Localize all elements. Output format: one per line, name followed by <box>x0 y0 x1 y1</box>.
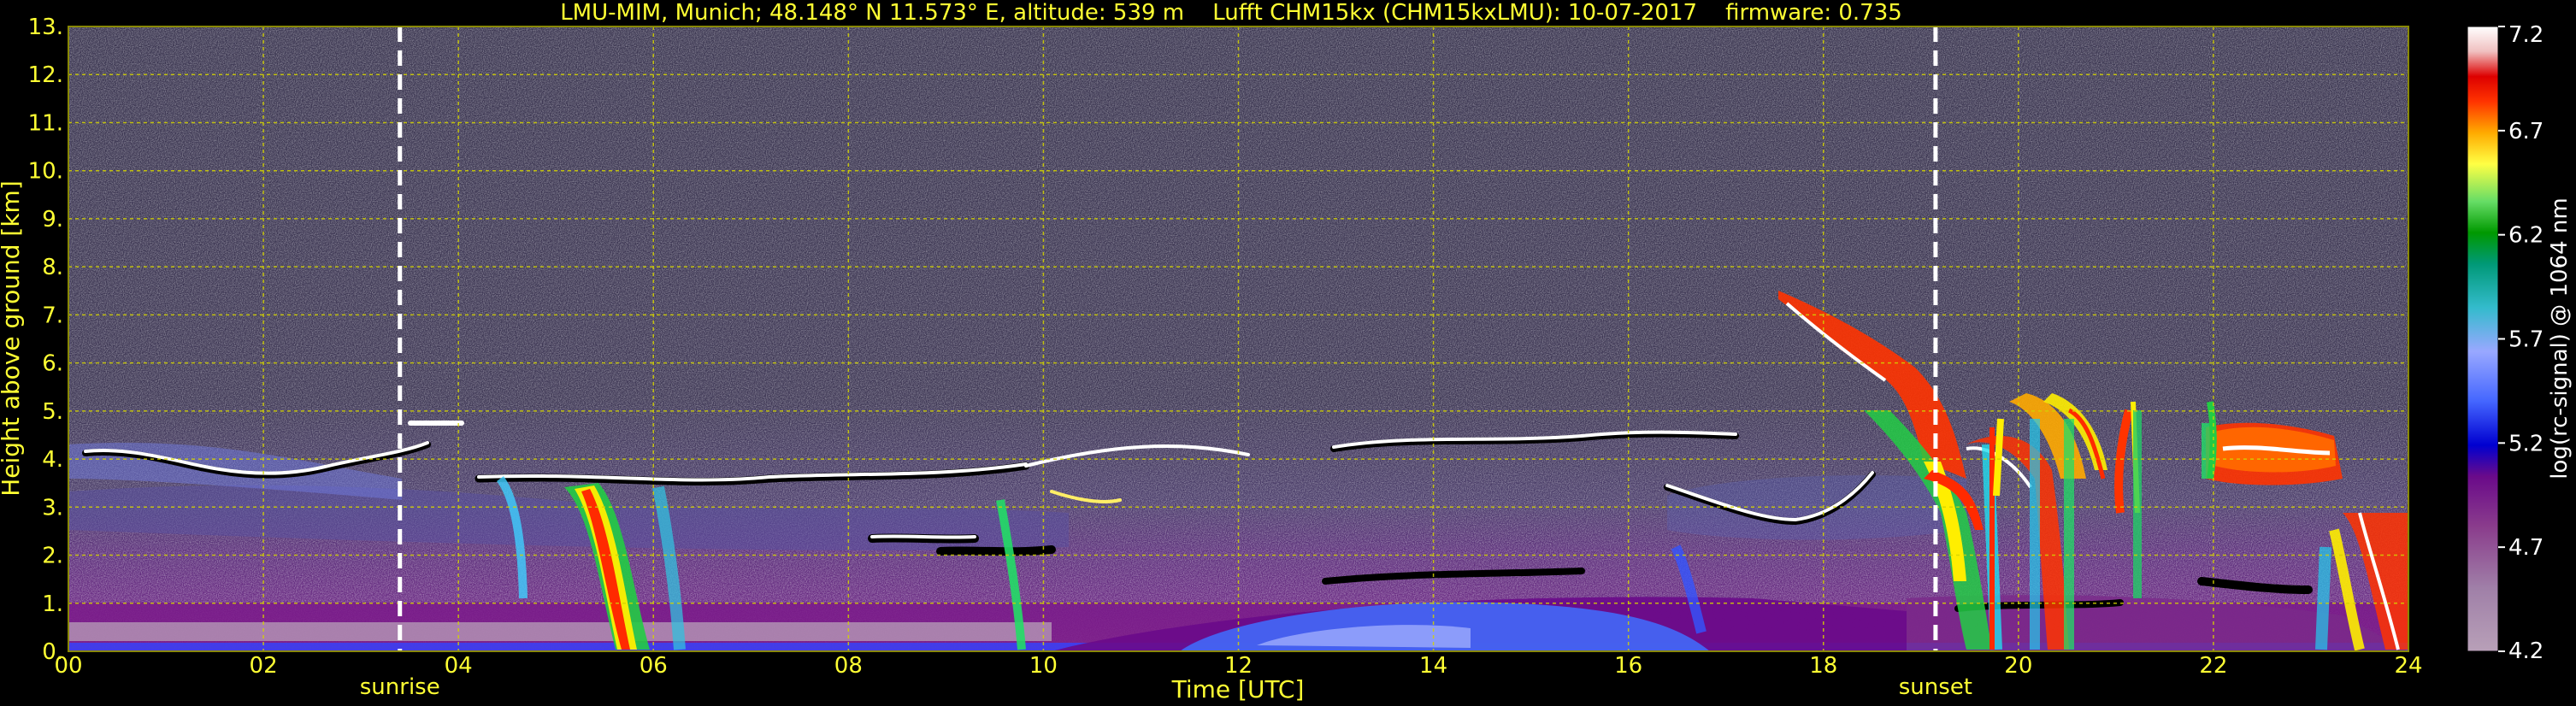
x-tick-label: 24 <box>2394 653 2422 679</box>
ceilometer-chart: sunrise sunset 00 02 04 06 08 10 12 14 16 18 20 22 24… <box>0 15 2573 703</box>
x-tick-label: 02 <box>250 653 278 679</box>
x-tick-label: 10 <box>1029 653 1058 679</box>
colorbar-scale <box>2467 26 2499 652</box>
colorbar: 4.2 4.7 5.2 5.7 6.2 6.7 7.2 log(rc-signal) @ 1… <box>2467 22 2573 664</box>
colorbar-tick-label: 6.2 <box>2508 223 2544 249</box>
y-tick-label: 6. <box>42 351 63 377</box>
y-tick-label: 10. <box>28 159 63 185</box>
x-axis-label: Time [UTC] <box>1171 675 1305 703</box>
y-tick-label: 8. <box>42 255 63 280</box>
y-tick-label: 2. <box>42 544 63 569</box>
colorbar-tick-label: 6.7 <box>2508 119 2544 144</box>
x-tick-label: 22 <box>2199 653 2227 679</box>
x-tick-label: 20 <box>2004 653 2032 679</box>
colorbar-tick-label: 7.2 <box>2508 22 2544 48</box>
x-tick-label: 16 <box>1614 653 1642 679</box>
colorbar-tick-label: 5.7 <box>2508 327 2544 353</box>
y-tick-label: 13. <box>28 15 63 40</box>
y-tick-label: 9. <box>42 207 63 232</box>
event-label-sunrise: sunrise <box>360 674 440 700</box>
y-tick-label: 7. <box>42 303 63 328</box>
x-tick-label: 18 <box>1809 653 1837 679</box>
x-tick-label: 08 <box>834 653 863 679</box>
colorbar-tick-label: 5.2 <box>2508 431 2544 456</box>
x-tick-label: 06 <box>640 653 668 679</box>
y-tick-label: 12. <box>28 62 63 88</box>
x-tick-label: 14 <box>1419 653 1447 679</box>
colorbar-ticks: 4.2 4.7 5.2 5.7 6.2 6.7 7.2 <box>2498 22 2544 664</box>
plot-area <box>68 26 2408 651</box>
y-tick-label: 11. <box>28 110 63 136</box>
x-tick-label: 04 <box>445 653 473 679</box>
y-tick-label: 1. <box>42 591 63 617</box>
y-tick-label: 3. <box>42 495 63 521</box>
y-tick-label: 0. <box>42 639 63 665</box>
colorbar-label: log(rc-signal) @ 1064 nm <box>2547 197 2573 479</box>
y-tick-label: 4. <box>42 447 63 473</box>
y-tick-label: 5. <box>42 399 63 425</box>
colorbar-tick-label: 4.7 <box>2508 535 2544 561</box>
y-axis-ticks: 0. 1. 2. 3. 4. 5. 6. 7. 8. 9. 10. 11. 12. 13. <box>28 15 63 665</box>
colorbar-tick-label: 4.2 <box>2508 638 2544 664</box>
event-label-sunset: sunset <box>1899 674 1972 700</box>
y-axis-label: Height above ground [km] <box>0 180 25 497</box>
